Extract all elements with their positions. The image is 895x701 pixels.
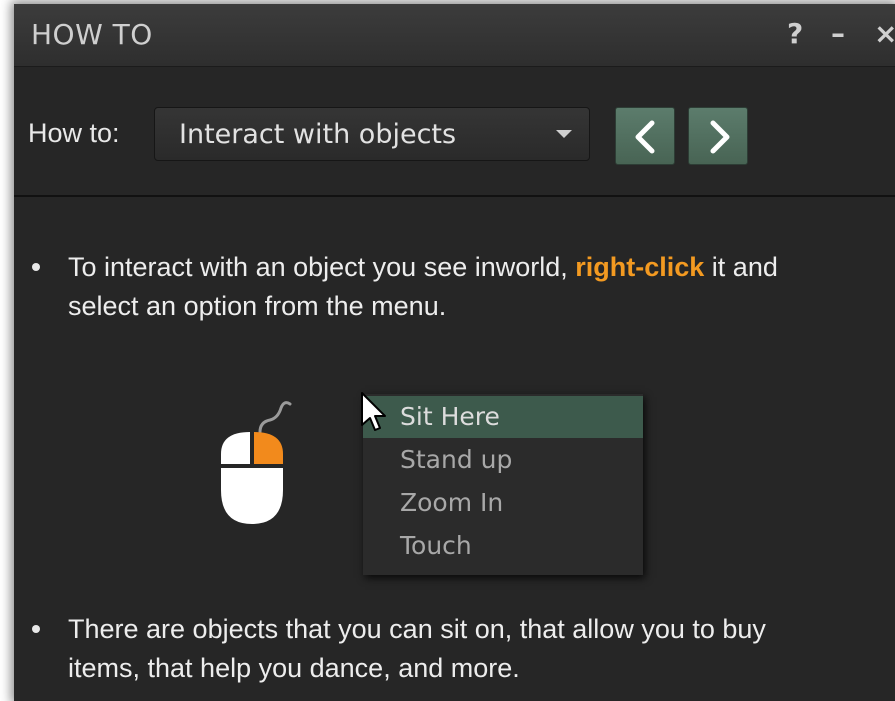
help-button[interactable]: ? — [787, 17, 803, 50]
howto-toolbar: How to: Interact with objects — [14, 67, 895, 197]
mouse-icon — [221, 401, 292, 524]
minimize-button[interactable]: – — [831, 17, 845, 50]
right-click-highlight: right-click — [575, 252, 705, 282]
bullet — [32, 263, 40, 271]
chevron-right-icon — [710, 120, 730, 154]
menu-item-sit-here[interactable]: Sit Here — [363, 396, 643, 438]
chevron-left-icon — [635, 120, 655, 154]
chevron-down-icon — [556, 130, 572, 138]
close-button[interactable]: × — [874, 17, 895, 50]
howto-window: HOW TO ? – × How to: Interact with objec… — [14, 4, 895, 701]
howto-label: How to: — [28, 118, 120, 148]
cursor-icon — [361, 392, 386, 431]
bullet — [32, 625, 40, 633]
context-menu: Sit Here Stand up Zoom In Touch — [363, 394, 643, 575]
topic-dropdown[interactable]: Interact with objects — [154, 107, 590, 161]
instruction-paragraph-2: There are objects that you can sit on, t… — [68, 614, 766, 683]
menu-item-zoom-in[interactable]: Zoom In — [363, 482, 643, 524]
menu-item-touch[interactable]: Touch — [363, 525, 643, 567]
howto-content: To interact with an object you see inwor… — [14, 197, 895, 701]
title-bar[interactable]: HOW TO ? – × — [14, 4, 895, 67]
next-button[interactable] — [688, 107, 748, 165]
instruction-paragraph-1: To interact with an object you see inwor… — [68, 248, 788, 326]
previous-button[interactable] — [615, 107, 675, 165]
menu-item-stand-up[interactable]: Stand up — [363, 439, 643, 481]
window-title: HOW TO — [31, 18, 153, 51]
instruction-text: To interact with an object you see inwor… — [68, 252, 576, 282]
topic-dropdown-value: Interact with objects — [179, 119, 457, 150]
